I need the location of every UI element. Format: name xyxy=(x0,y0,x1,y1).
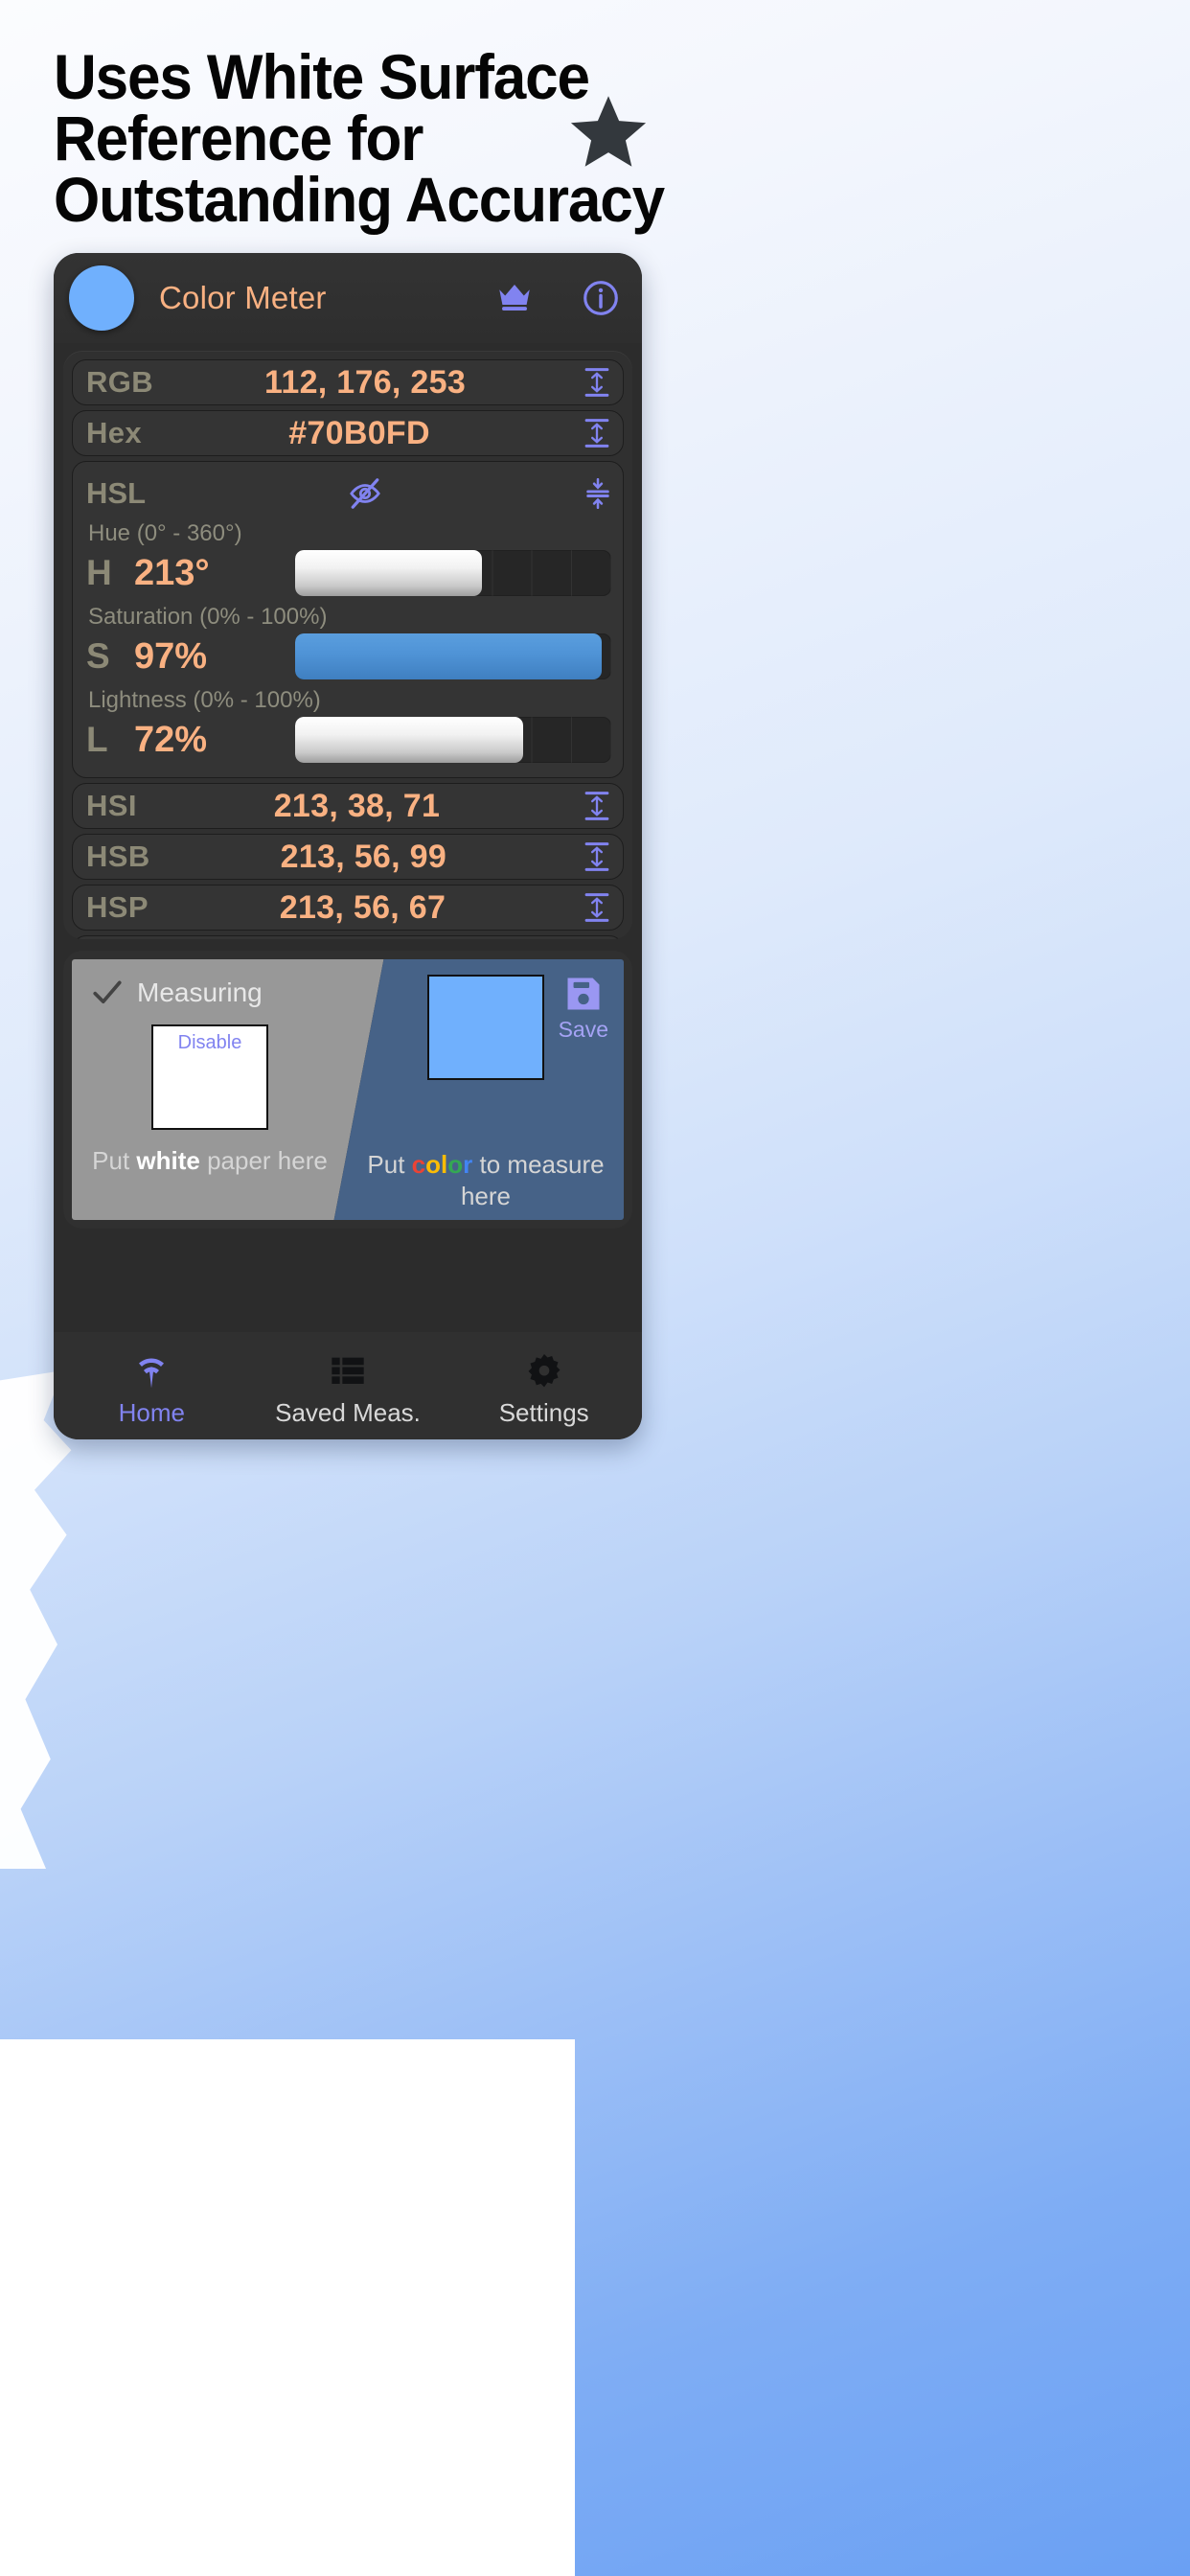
star-icon xyxy=(567,92,650,174)
signal-icon xyxy=(54,1349,250,1392)
save-button[interactable]: Save xyxy=(559,973,608,1043)
color-letter-o1: o xyxy=(425,1150,442,1179)
color-caption-post: to measure here xyxy=(460,1150,605,1210)
phone-mockup: Color Meter RGB 112, 176, 253 Hex #70B0F… xyxy=(54,253,642,1439)
saturation-slider[interactable] xyxy=(295,633,611,679)
check-icon xyxy=(91,977,124,1009)
measure-panel: Save Measuring Disable Put white paper h… xyxy=(63,951,632,1229)
save-label: Save xyxy=(558,1017,608,1042)
disable-label[interactable]: Disable xyxy=(178,1032,242,1053)
row-value: #70B0FD xyxy=(288,414,430,451)
list-icon xyxy=(250,1349,446,1392)
row-label: HSI xyxy=(86,789,137,822)
color-caption: Put color to measure here xyxy=(348,1149,624,1212)
color-row-hsp[interactable]: HSP 213, 56, 67 xyxy=(72,885,624,931)
gear-icon xyxy=(446,1349,642,1392)
slider-fill xyxy=(295,717,523,763)
expand-icon[interactable] xyxy=(583,366,611,399)
color-swatch[interactable] xyxy=(427,975,544,1080)
lightness-value: 72% xyxy=(134,719,208,760)
expand-icon[interactable] xyxy=(583,417,611,449)
hsl-label: HSL xyxy=(86,476,146,510)
nav-item-settings[interactable]: Settings xyxy=(446,1349,642,1428)
nav-item-home[interactable]: Home xyxy=(54,1349,250,1428)
color-row-hsb[interactable]: HSB 213, 56, 99 xyxy=(72,834,624,880)
white-side[interactable]: Measuring Disable Put white paper here xyxy=(72,959,348,1220)
nav-label: Home xyxy=(118,1398,186,1427)
headline-line-1: Uses White Surface xyxy=(54,41,590,112)
saturation-value: 97% xyxy=(134,635,208,677)
white-caption: Put white paper here xyxy=(72,1145,348,1177)
hsl-panel[interactable]: HSL Hue (0° - 360°) H 213° Saturation (0… xyxy=(72,461,624,778)
hue-slider[interactable] xyxy=(295,550,611,596)
eye-off-icon[interactable] xyxy=(344,477,386,510)
hue-value: 213° xyxy=(134,552,210,593)
crown-icon[interactable] xyxy=(494,278,535,318)
app-title: Color Meter xyxy=(159,280,327,315)
color-row-cielab[interactable]: CIELAB 71, 1, -44 xyxy=(72,935,624,939)
collapse-icon[interactable] xyxy=(584,478,611,509)
color-letter-c: c xyxy=(411,1150,426,1179)
slider-fill xyxy=(295,550,482,596)
headline-line-2: Reference for xyxy=(54,103,423,173)
row-value: 213, 38, 71 xyxy=(273,787,441,824)
row-label: HSP xyxy=(86,890,149,924)
lightness-caption: Lightness (0% - 100%) xyxy=(88,687,321,713)
row-value: 112, 176, 253 xyxy=(264,363,467,401)
hue-channel[interactable]: H 213° xyxy=(86,547,611,599)
lightness-letter: L xyxy=(86,720,108,759)
measure-area[interactable]: Save Measuring Disable Put white paper h… xyxy=(72,959,624,1220)
slider-fill xyxy=(295,633,603,679)
nav-item-saved-meas[interactable]: Saved Meas. xyxy=(250,1349,446,1428)
expand-icon[interactable] xyxy=(583,790,611,822)
row-value: 213, 56, 67 xyxy=(279,888,446,926)
info-icon[interactable] xyxy=(581,278,621,318)
nav-label: Saved Meas. xyxy=(275,1398,421,1427)
saturation-letter: S xyxy=(86,636,110,676)
hsl-header: HSL xyxy=(86,472,611,516)
row-label: Hex xyxy=(86,416,143,449)
saturation-caption: Saturation (0% - 100%) xyxy=(88,604,328,630)
row-value: 213, 56, 99 xyxy=(280,838,447,875)
measuring-label: Measuring xyxy=(137,978,263,1007)
marketing-headline: Uses White Surface Reference for Outstan… xyxy=(54,41,999,235)
saturation-channel[interactable]: S 97% xyxy=(86,631,611,682)
row-label: RGB xyxy=(86,365,154,399)
white-caption-bold: white xyxy=(136,1146,200,1175)
color-row-rgb[interactable]: RGB 112, 176, 253 xyxy=(72,359,624,405)
row-label: HSB xyxy=(86,840,150,873)
nav-label: Settings xyxy=(498,1398,589,1427)
color-letter-r: r xyxy=(463,1150,473,1179)
lightness-slider[interactable] xyxy=(295,717,611,763)
bottom-nav: Home Saved Meas. Settings xyxy=(54,1332,642,1439)
app-header: Color Meter xyxy=(54,253,642,343)
expand-icon[interactable] xyxy=(583,840,611,873)
color-caption-pre: Put xyxy=(367,1150,412,1179)
lightness-channel[interactable]: L 72% xyxy=(86,714,611,766)
hue-caption: Hue (0° - 360°) xyxy=(88,520,242,546)
measuring-status: Measuring xyxy=(72,959,348,1009)
app-color-dot xyxy=(69,265,134,331)
headline-line-3: Outstanding Accuracy xyxy=(54,164,665,235)
color-row-hsi[interactable]: HSI 213, 38, 71 xyxy=(72,783,624,829)
white-swatch[interactable]: Disable xyxy=(151,1024,268,1130)
save-icon xyxy=(567,978,600,1010)
color-letter-o2: o xyxy=(447,1150,464,1179)
white-caption-post: paper here xyxy=(199,1146,328,1175)
hue-letter: H xyxy=(86,553,112,592)
color-row-hex[interactable]: Hex #70B0FD xyxy=(72,410,624,456)
paper-backdrop-left xyxy=(0,1370,72,1869)
white-caption-pre: Put xyxy=(92,1146,137,1175)
color-values-card[interactable]: RGB 112, 176, 253 Hex #70B0FD HSL Hue (0… xyxy=(63,351,632,939)
expand-icon[interactable] xyxy=(583,891,611,924)
